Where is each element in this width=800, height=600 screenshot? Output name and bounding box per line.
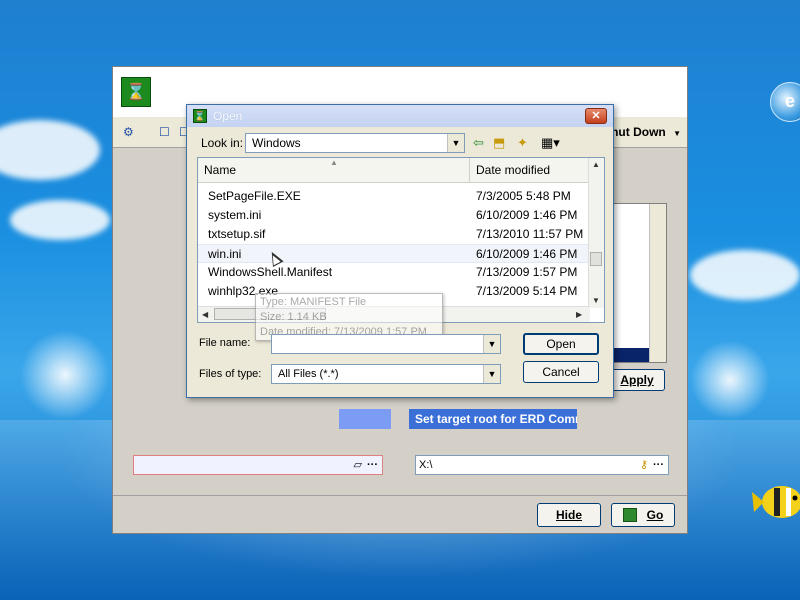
files-of-type-value: All Files (*.*) bbox=[278, 368, 339, 380]
desktop-cloud bbox=[10, 200, 110, 240]
source-path-field[interactable]: ▱ ··· bbox=[133, 455, 383, 475]
open-dialog: ⌛ Open ✕ Look in: Windows ▼ ⇦ ⬒ ✦ ▦▾ Nam… bbox=[186, 104, 614, 398]
water-splash bbox=[690, 340, 770, 420]
chevron-down-icon: ▼ bbox=[673, 129, 681, 138]
file-date: 7/3/2005 5:48 PM bbox=[476, 189, 571, 203]
network-icon[interactable]: ⚙ bbox=[123, 125, 134, 139]
file-name: SetPageFile.EXE bbox=[208, 189, 301, 203]
scroll-thumb[interactable] bbox=[590, 252, 602, 266]
list-item[interactable]: WindowsShell.Manifest 7/13/2009 1:57 PM bbox=[198, 263, 590, 282]
apply-button[interactable]: Apply bbox=[609, 369, 665, 391]
water-splash bbox=[20, 330, 110, 420]
target-root-value: X:\ bbox=[419, 459, 433, 471]
dialog-title-bar[interactable]: ⌛ Open ✕ bbox=[187, 105, 613, 127]
desktop-cloud bbox=[690, 250, 800, 300]
fish-decoration bbox=[752, 486, 800, 518]
tooltip-type: Type: MANIFEST File bbox=[260, 296, 367, 308]
chevron-down-icon[interactable]: ▼ bbox=[447, 134, 464, 152]
drive-icon[interactable]: ▱ bbox=[354, 456, 362, 474]
file-name: txtsetup.sif bbox=[208, 227, 266, 241]
file-name-label: File name: bbox=[199, 337, 251, 349]
file-date: 6/10/2009 1:46 PM bbox=[476, 208, 578, 222]
go-button[interactable]: Go bbox=[611, 503, 675, 527]
go-icon bbox=[622, 508, 637, 522]
file-name: WindowsShell.Manifest bbox=[208, 265, 333, 279]
files-of-type-label: Files of type: bbox=[199, 368, 262, 380]
target-root-label: Set target root for ERD Comm bbox=[409, 409, 577, 429]
blue-label-block bbox=[339, 409, 391, 429]
hourglass-icon: ⌛ bbox=[193, 109, 207, 123]
scroll-left-icon[interactable]: ◀ bbox=[202, 310, 208, 319]
scroll-down-icon[interactable]: ▼ bbox=[592, 296, 600, 305]
cancel-button[interactable]: Cancel bbox=[523, 361, 599, 383]
files-of-type-select[interactable]: All Files (*.*) ▼ bbox=[271, 364, 501, 384]
list-header: Name ▲ Date modified bbox=[198, 158, 590, 183]
desktop-cloud bbox=[0, 120, 100, 180]
vertical-scrollbar[interactable]: ▲ ▼ bbox=[588, 158, 604, 308]
internet-explorer-icon[interactable]: e bbox=[770, 82, 800, 122]
up-folder-icon[interactable]: ⬒ bbox=[493, 135, 505, 151]
list-item[interactable]: system.ini 6/10/2009 1:46 PM bbox=[198, 206, 590, 225]
open-button[interactable]: Open bbox=[523, 333, 599, 355]
file-date: 7/13/2009 5:14 PM bbox=[476, 284, 578, 298]
hide-button[interactable]: Hide bbox=[537, 503, 601, 527]
list-item[interactable]: SetPageFile.EXE 7/3/2005 5:48 PM bbox=[198, 187, 590, 206]
hourglass-logo-icon: ⌛ bbox=[121, 77, 151, 107]
chevron-down-icon[interactable]: ▼ bbox=[483, 365, 500, 383]
scroll-right-icon[interactable]: ▶ bbox=[576, 310, 582, 319]
file-date: 7/13/2010 11:57 PM bbox=[476, 227, 584, 241]
divider bbox=[113, 495, 687, 496]
file-name: win.ini bbox=[208, 247, 242, 261]
shutdown-menu[interactable]: hut Down ▼ bbox=[611, 125, 681, 139]
scroll-up-icon[interactable]: ▲ bbox=[592, 160, 600, 169]
window-icon[interactable]: ☐ bbox=[159, 125, 170, 139]
dialog-title: Open bbox=[213, 109, 243, 123]
browse-dots-button[interactable]: ··· bbox=[653, 456, 664, 474]
chevron-down-icon[interactable]: ▼ bbox=[483, 335, 500, 353]
go-label: Go bbox=[646, 508, 664, 522]
view-menu-icon[interactable]: ▦▾ bbox=[541, 135, 560, 151]
file-name: system.ini bbox=[208, 208, 262, 222]
key-icon[interactable]: ⚷ bbox=[640, 456, 648, 474]
close-button[interactable]: ✕ bbox=[585, 108, 607, 124]
look-in-value: Windows bbox=[252, 136, 301, 150]
file-date: 6/10/2009 1:46 PM bbox=[476, 247, 578, 261]
list-item[interactable]: txtsetup.sif 7/13/2010 11:57 PM bbox=[198, 225, 590, 244]
new-folder-icon[interactable]: ✦ bbox=[517, 135, 528, 151]
file-name-input[interactable]: ▼ bbox=[271, 334, 501, 354]
sort-arrow-icon: ▲ bbox=[330, 158, 338, 167]
scrollbar[interactable] bbox=[649, 204, 666, 362]
browse-dots-button[interactable]: ··· bbox=[367, 456, 378, 474]
tooltip-size: Size: 1.14 KB bbox=[260, 311, 327, 323]
back-arrow-icon[interactable]: ⇦ bbox=[473, 135, 484, 151]
look-in-label: Look in: bbox=[201, 136, 244, 150]
look-in-select[interactable]: Windows ▼ bbox=[245, 133, 465, 153]
list-item[interactable]: win.ini 6/10/2009 1:46 PM bbox=[198, 244, 590, 263]
shutdown-label: hut Down bbox=[611, 125, 666, 139]
target-root-field[interactable]: X:\ ⚷ ··· bbox=[415, 455, 669, 475]
file-date: 7/13/2009 1:57 PM bbox=[476, 265, 578, 279]
column-header-date[interactable]: Date modified bbox=[470, 158, 590, 182]
